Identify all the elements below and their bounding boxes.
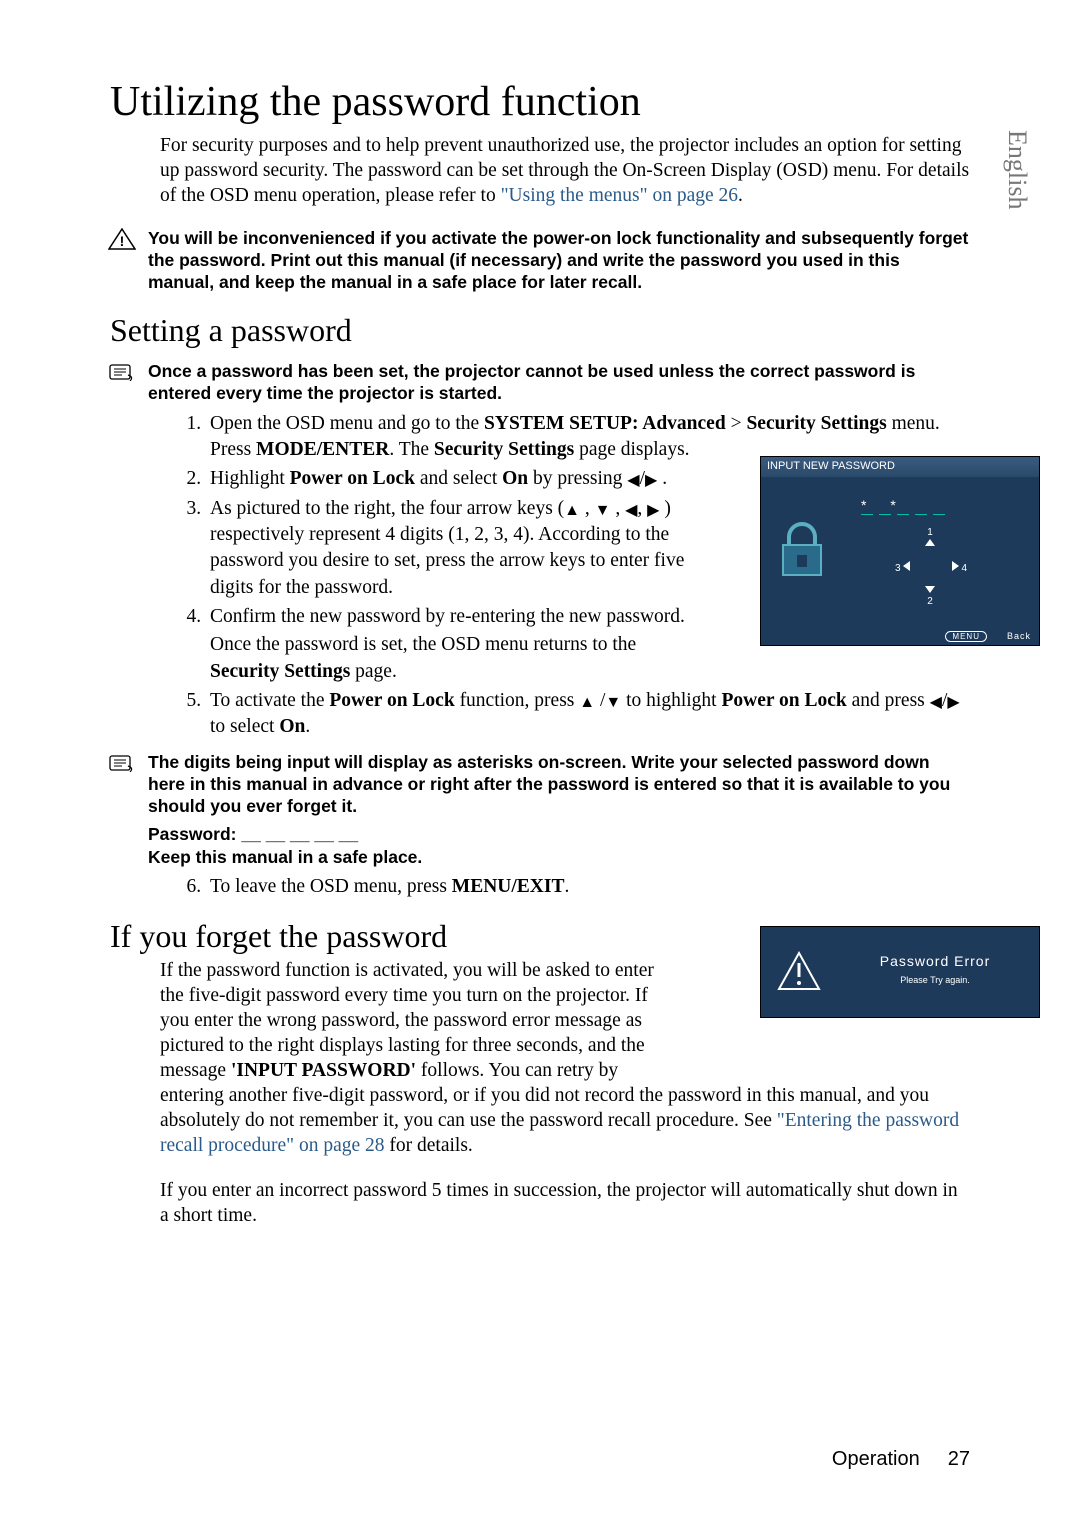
dpad: 1 2 3 4 <box>891 527 971 607</box>
keep-manual-note: Keep this manual in a safe place. <box>148 847 970 868</box>
note-icon <box>108 752 138 774</box>
arrow-up-icon: ▲ <box>564 502 580 519</box>
error-title: Password Error <box>841 953 1029 969</box>
warning-callout-1: ! You will be inconvenienced if you acti… <box>110 228 970 294</box>
arrow-right-icon <box>952 561 959 571</box>
heading-main: Utilizing the password function <box>110 78 970 126</box>
menu-button-label: MENU <box>945 631 987 642</box>
arrow-left-icon: ◀ <box>625 502 637 519</box>
forget-paragraph-2: If you enter an incorrect password 5 tim… <box>160 1179 970 1229</box>
note-callout-1: Once a password has been set, the projec… <box>110 361 970 405</box>
note-callout-2: The digits being input will display as a… <box>110 752 970 818</box>
intro-text-b: . <box>738 185 743 206</box>
lock-icon <box>777 519 827 584</box>
note-icon <box>108 361 138 383</box>
section-name: Operation <box>832 1448 920 1470</box>
arrow-up-icon <box>925 539 935 546</box>
warning-icon: ! <box>108 228 138 250</box>
steps-list-cont: To leave the OSD menu, press MENU/EXIT. <box>160 874 970 900</box>
figure-input-password: INPUT NEW PASSWORD * * 1 2 3 4 MENUBack <box>760 456 1040 646</box>
note-text-1: Once a password has been set, the projec… <box>148 361 970 405</box>
arrow-up-icon: ▲ <box>579 694 595 711</box>
intro-paragraph: For security purposes and to help preven… <box>160 134 970 209</box>
arrow-left-icon: ◀ <box>930 694 942 711</box>
password-write-line: Password: __ __ __ __ __ <box>148 824 970 845</box>
step-5: To activate the Power on Lock function, … <box>206 688 970 741</box>
error-subtitle: Please Try again. <box>841 975 1029 985</box>
note-text-2: The digits being input will display as a… <box>148 752 970 818</box>
content-area: Utilizing the password function For secu… <box>110 78 970 1248</box>
arrow-down-icon: ▼ <box>595 502 611 519</box>
arrow-right-icon: ▶ <box>947 694 959 711</box>
svg-text:!: ! <box>120 233 125 249</box>
page-footer: Operation 27 <box>832 1448 970 1471</box>
warning-icon <box>777 951 821 996</box>
language-tab: English <box>1002 130 1032 209</box>
step-6: To leave the OSD menu, press MENU/EXIT. <box>206 874 970 900</box>
page: English Utilizing the password function … <box>0 0 1080 1529</box>
arrow-left-icon <box>903 561 910 571</box>
warning-text-1: You will be inconvenienced if you activa… <box>148 228 970 294</box>
figure-footer: MENUBack <box>761 627 1039 655</box>
password-asterisks: * * <box>861 497 906 513</box>
arrow-down-icon: ▼ <box>605 694 621 711</box>
arrow-left-icon: ◀ <box>627 472 639 489</box>
arrow-right-icon: ▶ <box>647 502 659 519</box>
heading-setting-password: Setting a password <box>110 312 970 349</box>
figure-password-error: Password Error Please Try again. <box>760 926 1040 1018</box>
figure-title: INPUT NEW PASSWORD <box>761 457 1039 477</box>
arrow-down-icon <box>925 586 935 593</box>
page-number: 27 <box>948 1448 970 1470</box>
link-using-menus[interactable]: "Using the menus" on page 26 <box>501 185 738 206</box>
arrow-right-icon: ▶ <box>645 472 657 489</box>
